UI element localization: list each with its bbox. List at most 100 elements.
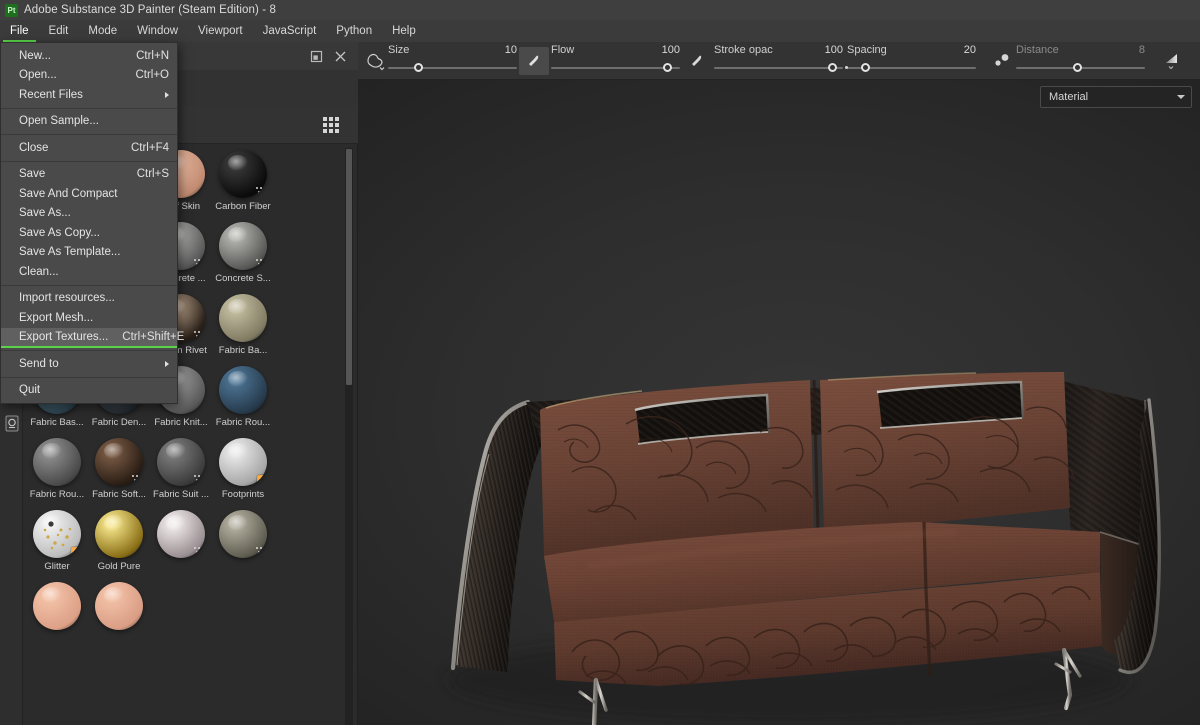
slider-knob[interactable]	[860, 62, 870, 72]
material-item[interactable]	[26, 580, 88, 652]
file-menu-item-save-as[interactable]: Save As...	[1, 204, 177, 224]
material-item[interactable]: Fabric Suit ...	[150, 436, 212, 508]
file-menu-item-export-textures[interactable]: Export Textures... Ctrl+Shift+E	[1, 327, 184, 348]
file-menu-item-save-and-compact[interactable]: Save And Compact	[1, 184, 177, 204]
slider-stroke-opac[interactable]: Stroke opac 100	[712, 44, 845, 78]
slider-knob[interactable]	[413, 62, 423, 72]
file-menu-item-open-sample[interactable]: Open Sample...	[1, 112, 177, 132]
grid-view-icon[interactable]	[318, 112, 344, 138]
material-item[interactable]: Glitter	[26, 508, 88, 580]
slider-knob[interactable]	[1073, 62, 1083, 72]
resource-type-dots-icon	[132, 475, 141, 483]
file-menu-item-clean[interactable]: Clean...	[1, 262, 177, 282]
file-menu-item-save-as-template[interactable]: Save As Template...	[1, 243, 177, 263]
shelf-scrollbar-thumb[interactable]	[346, 149, 352, 385]
close-icon[interactable]	[328, 45, 352, 67]
material-thumbnail	[219, 150, 267, 198]
file-menu-item-recent-files[interactable]: Recent Files	[1, 85, 177, 105]
material-label: Concrete S...	[215, 273, 271, 284]
menu-edit[interactable]: Edit	[39, 20, 79, 42]
file-menu-item-close[interactable]: Close Ctrl+F4	[1, 138, 177, 158]
file-menu-item-open[interactable]: Open... Ctrl+O	[1, 66, 177, 86]
material-item[interactable]	[88, 580, 150, 652]
material-thumbnail	[95, 582, 143, 630]
thumbnail-specular	[227, 154, 248, 172]
menubar: File Edit Mode Window Viewport JavaScript Pyth…	[0, 20, 1200, 42]
menu-item-label: Open...	[19, 69, 57, 82]
material-item[interactable]	[212, 508, 274, 580]
material-label: Fabric Rou...	[29, 489, 85, 500]
slider-line	[388, 66, 517, 69]
menu-mode[interactable]: Mode	[78, 20, 127, 42]
slider-knob[interactable]	[828, 62, 838, 72]
resource-type-dots-icon	[194, 331, 203, 339]
material-thumbnail	[95, 438, 143, 486]
material-item[interactable]	[150, 508, 212, 580]
file-menu-item-export-mesh[interactable]: Export Mesh...	[1, 308, 177, 328]
submenu-arrow-icon	[165, 91, 169, 98]
material-item[interactable]: Fabric Rou...	[26, 436, 88, 508]
material-item[interactable]: Fabric Soft...	[88, 436, 150, 508]
material-thumbnail	[157, 510, 205, 558]
brush-tip-icon[interactable]	[519, 46, 549, 75]
menu-separator	[1, 350, 177, 351]
slider-size[interactable]: Size 10	[386, 44, 519, 78]
shelf-scrollbar[interactable]	[345, 148, 353, 725]
file-menu-item-new[interactable]: New... Ctrl+N	[1, 46, 177, 66]
menu-label: Python	[336, 25, 373, 37]
resource-type-dots-icon	[194, 547, 203, 555]
menu-separator	[1, 107, 177, 109]
shader-mode-dropdown[interactable]: Material	[1040, 86, 1192, 108]
app-logo-icon: Pt	[5, 3, 18, 17]
menu-window[interactable]: Window	[127, 20, 188, 42]
file-menu-item-save[interactable]: Save Ctrl+S	[1, 165, 177, 185]
menu-item-label: Quit	[19, 384, 41, 397]
menu-file[interactable]: File	[0, 20, 39, 42]
slider-min-dot	[845, 66, 848, 69]
material-label: Footprints	[221, 489, 265, 500]
slider-spacing[interactable]: Spacing 20	[845, 44, 978, 78]
menu-item-label: Export Mesh...	[19, 311, 94, 324]
material-label: Gold Pure	[97, 561, 141, 572]
material-item[interactable]: Fabric Rou...	[212, 364, 274, 436]
menu-separator	[1, 134, 177, 135]
stroke-opacity-brush-icon[interactable]	[682, 47, 712, 75]
slider-track[interactable]	[386, 62, 519, 73]
gradient-tool-icon[interactable]	[1161, 47, 1185, 75]
file-menu-dropdown[interactable]: New... Ctrl+N Open... Ctrl+O Recent Files Ope…	[0, 42, 184, 404]
new-resource-badge-icon	[257, 475, 266, 484]
menu-item-label: Save As Template...	[19, 246, 121, 259]
slider-track[interactable]	[845, 62, 978, 73]
material-item[interactable]: Fabric Ba...	[212, 292, 274, 364]
slider-flow[interactable]: Flow 100	[549, 44, 682, 78]
slider-track[interactable]	[712, 62, 845, 73]
slider-track[interactable]	[1014, 62, 1147, 73]
slider-distance[interactable]: Distance 8	[1014, 44, 1147, 78]
material-thumbnail	[219, 222, 267, 270]
slider-value: 20	[963, 43, 976, 56]
slider-knob[interactable]	[662, 62, 672, 72]
undock-icon[interactable]	[304, 45, 328, 67]
file-menu-item-send-to[interactable]: Send to	[1, 354, 177, 374]
file-menu-item-save-as-copy[interactable]: Save As Copy...	[1, 223, 177, 243]
viewport-3d[interactable]: Material	[358, 80, 1200, 725]
slider-track[interactable]	[549, 62, 682, 73]
menu-item-shortcut: Ctrl+Shift+E	[122, 331, 185, 344]
menu-item-label: Recent Files	[19, 88, 83, 101]
material-item[interactable]: Footprints	[212, 436, 274, 508]
brush-stamp-icon[interactable]	[364, 47, 386, 75]
thumbnail-specular	[41, 586, 62, 604]
menu-item-label: Save And Compact	[19, 187, 118, 200]
material-item[interactable]: Carbon Fiber	[212, 148, 274, 220]
window-title: Adobe Substance 3D Painter (Steam Editio…	[24, 4, 276, 16]
menu-viewport[interactable]: Viewport	[188, 20, 253, 42]
menu-javascript[interactable]: JavaScript	[253, 20, 327, 42]
file-menu-item-import-resources[interactable]: Import resources...	[1, 289, 177, 309]
material-item[interactable]: Concrete S...	[212, 220, 274, 292]
jitter-dots-icon[interactable]	[992, 47, 1014, 75]
file-menu-item-quit[interactable]: Quit	[1, 381, 177, 401]
menu-python[interactable]: Python	[326, 20, 382, 42]
material-item[interactable]: Gold Pure	[88, 508, 150, 580]
shelf-drawer-icon[interactable]	[4, 414, 19, 432]
menu-help[interactable]: Help	[382, 20, 426, 42]
